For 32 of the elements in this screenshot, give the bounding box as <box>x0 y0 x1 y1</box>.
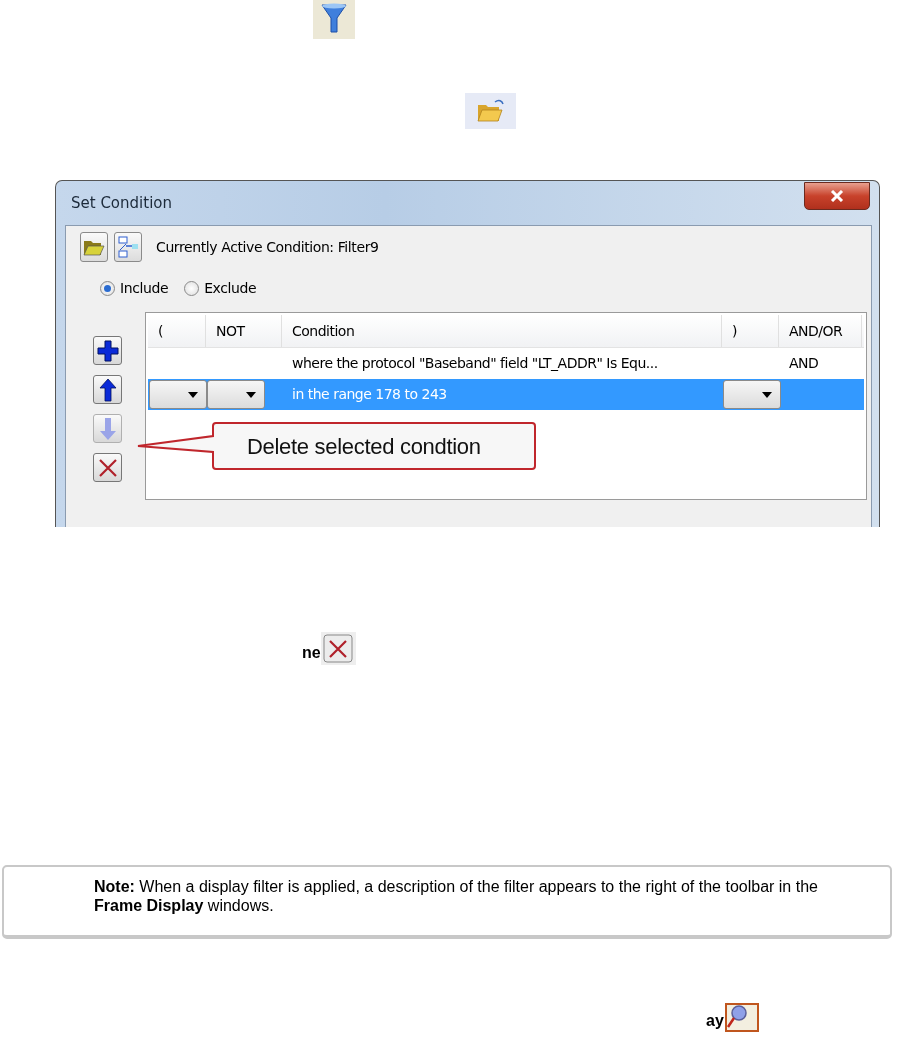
caret-icon <box>188 391 198 398</box>
delete-icon[interactable] <box>320 632 356 665</box>
dropdown[interactable] <box>207 380 265 409</box>
delete-button[interactable] <box>93 453 122 482</box>
column-header[interactable]: Condition <box>282 315 722 347</box>
dropdown[interactable] <box>723 380 781 409</box>
table-cell-text: where the protocol "Baseband" field "LT_ADDR" Is Equ... <box>291 354 659 373</box>
radio-button[interactable]: Exclude <box>184 278 257 299</box>
move-up-button[interactable] <box>93 375 122 404</box>
transfer-button[interactable] <box>114 232 142 262</box>
open-folder-button[interactable] <box>80 232 108 262</box>
note-text: Note: When a display filter is applied, a description of the filter appears to the right of the toolbar in the Frame Display windows. <box>94 878 818 915</box>
table-cell-text: in the range 178 to 243 <box>291 385 448 404</box>
caret-icon <box>762 391 772 398</box>
callout-text: Delete selected condtion <box>247 433 481 461</box>
caret-icon <box>246 391 256 398</box>
radio-button[interactable]: Include <box>100 278 169 299</box>
text-fragment: ay <box>706 1011 724 1031</box>
add-button[interactable] <box>93 336 122 365</box>
column-header[interactable]: ( <box>148 315 206 347</box>
table-cell-text: AND <box>788 354 820 373</box>
dropdown[interactable] <box>149 380 207 409</box>
close-icon <box>829 190 845 202</box>
column-header[interactable]: AND/OR <box>779 315 862 347</box>
column-header[interactable]: ) <box>722 315 779 347</box>
text-fragment: ne <box>302 643 321 663</box>
funnel-icon[interactable] <box>313 0 355 39</box>
close-button[interactable] <box>804 182 870 210</box>
active-condition-label: Currently Active Condition: Filter9 <box>156 237 379 257</box>
magnifier-icon[interactable] <box>723 1001 760 1033</box>
column-header[interactable]: NOT <box>206 315 282 347</box>
window-title: Set Condition <box>71 192 172 214</box>
